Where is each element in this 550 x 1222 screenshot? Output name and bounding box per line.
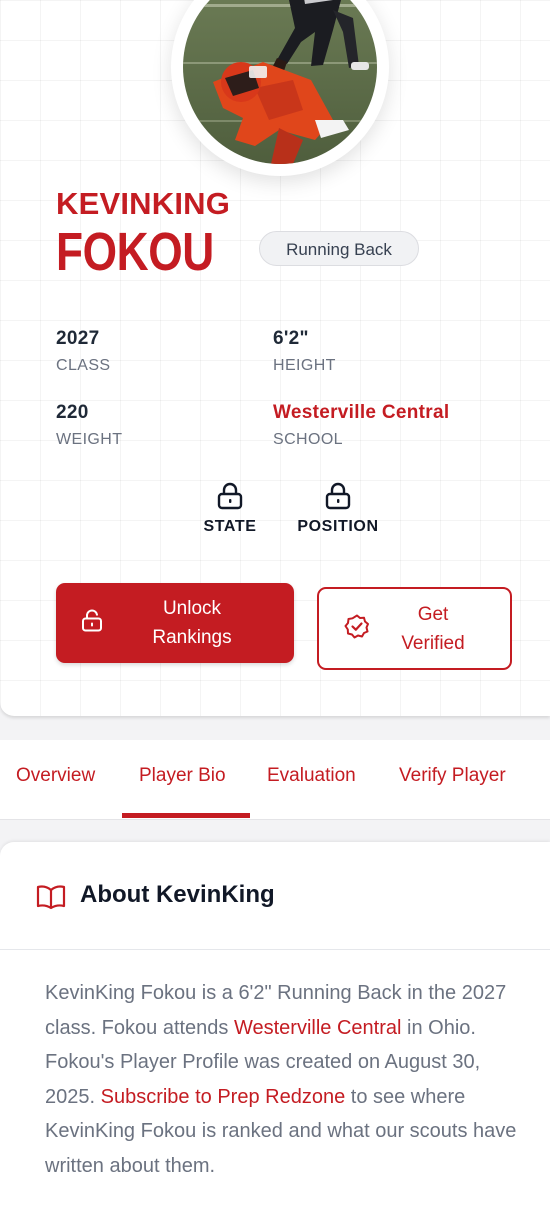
active-tab-indicator: [122, 813, 250, 818]
book-icon: [36, 884, 66, 915]
stat-value: 6'2": [273, 328, 309, 349]
lock-icon: [217, 482, 243, 510]
player-last-name: FOKOU: [56, 222, 214, 282]
stat-label: SCHOOL: [273, 431, 343, 448]
unlock-icon: [81, 609, 103, 638]
school-link[interactable]: Westerville Central: [234, 1017, 401, 1039]
lock-icon: [325, 482, 351, 510]
about-section: About KevinKing KevinKing Fokou is a 6'2…: [0, 842, 550, 1222]
school-link[interactable]: Westerville Central: [273, 402, 449, 424]
subscribe-link[interactable]: Subscribe to Prep Redzone: [101, 1086, 346, 1108]
locked-label: POSITION: [297, 518, 379, 535]
player-first-name: KEVINKING: [56, 186, 231, 221]
avatar: [171, 0, 389, 176]
unlock-rankings-button[interactable]: Unlock Rankings: [56, 583, 294, 663]
about-header: About KevinKing: [0, 842, 550, 950]
stat-label: WEIGHT: [56, 431, 123, 448]
verify-button-label: Get Verified: [385, 600, 481, 658]
about-title: About KevinKing: [80, 881, 275, 908]
verify-label-line1: Get: [417, 603, 449, 625]
stat-value: 2027: [56, 328, 100, 349]
locked-label: STATE: [203, 518, 257, 535]
verified-badge-icon: [344, 613, 370, 644]
profile-tabs: Overview Player Bio Evaluation Verify Pl…: [0, 740, 550, 820]
stat-school: Westerville Central SCHOOL: [273, 402, 449, 449]
position-badge: Running Back: [259, 231, 419, 266]
unlock-label-line1: Unlock: [162, 598, 222, 619]
verify-label-line2: Verified: [401, 632, 465, 654]
about-text: KevinKing Fokou is a 6'2" Running Back i…: [45, 976, 535, 1183]
tab-overview[interactable]: Overview: [16, 765, 95, 787]
stat-value: 220: [56, 402, 89, 423]
unlock-label-line2: Rankings: [152, 627, 232, 648]
unlock-button-label: Unlock Rankings: [128, 594, 256, 652]
locked-position[interactable]: POSITION: [290, 482, 386, 536]
stat-class: 2027 CLASS: [56, 328, 110, 375]
player-photo: [183, 0, 377, 164]
tab-verify-player[interactable]: Verify Player: [399, 765, 506, 787]
get-verified-button[interactable]: Get Verified: [317, 587, 512, 670]
locked-state[interactable]: STATE: [194, 482, 266, 536]
stat-height: 6'2" HEIGHT: [273, 328, 336, 375]
stat-label: CLASS: [56, 357, 111, 374]
tab-player-bio[interactable]: Player Bio: [139, 765, 226, 787]
stat-weight: 220 WEIGHT: [56, 402, 122, 449]
tab-evaluation[interactable]: Evaluation: [267, 765, 356, 787]
stat-label: HEIGHT: [273, 357, 336, 374]
profile-card: KEVINKING FOKOU Running Back 2027 CLASS …: [0, 0, 550, 716]
